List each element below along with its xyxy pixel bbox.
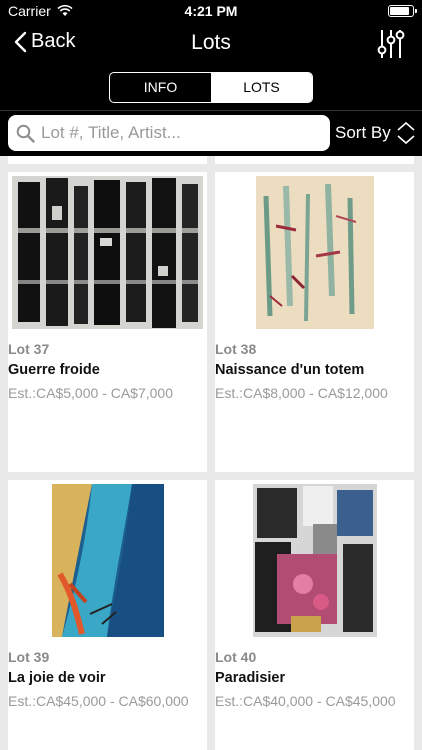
lot-card[interactable]: Lot 39 La joie de voir Est.:CA$45,000 - … [8,480,207,750]
search-input[interactable] [41,123,321,143]
lot-number: Lot 39 [8,649,50,665]
sort-updown-icon[interactable] [396,121,416,145]
lot-title: Guerre froide [8,362,100,378]
sort-by-button[interactable]: Sort By [335,123,391,143]
search-icon [16,124,35,143]
lot-card[interactable]: Lot 38 Naissance d'un totem Est.:CA$8,00… [215,172,414,472]
previous-card-edge [8,156,207,164]
lot-estimate: Est.:CA$5,000 - CA$7,000 [8,385,173,401]
lot-title: La joie de voir [8,670,106,686]
status-time: 4:21 PM [184,3,238,19]
tab-lots[interactable]: LOTS [211,73,312,102]
status-bar: Carrier 4:21 PM [0,0,422,22]
segment-bar: INFO LOTS [0,66,422,110]
segmented-control: INFO LOTS [109,72,313,103]
search-field [8,115,330,151]
battery-icon [388,5,417,17]
artwork-image [51,483,164,637]
previous-card-edge [215,156,414,164]
lot-estimate: Est.:CA$45,000 - CA$60,000 [8,693,189,709]
lot-estimate: Est.:CA$40,000 - CA$45,000 [215,693,396,709]
lot-estimate: Est.:CA$8,000 - CA$12,000 [215,385,388,401]
tab-info[interactable]: INFO [110,73,211,102]
search-bar: Sort By [0,110,422,156]
lot-number: Lot 38 [215,341,257,357]
filter-sliders-icon[interactable] [376,28,406,60]
artwork-image [12,175,203,329]
navigation-bar: Back Lots [0,22,422,66]
lot-card[interactable]: Lot 37 Guerre froide Est.:CA$5,000 - CA$… [8,172,207,472]
lots-grid: Lot 37 Guerre froide Est.:CA$5,000 - CA$… [0,156,422,750]
lot-card[interactable]: Lot 40 Paradisier Est.:CA$40,000 - CA$45… [215,480,414,750]
lot-number: Lot 37 [8,341,50,357]
artwork-image [255,175,374,329]
lot-title: Naissance d'un totem [215,362,365,378]
page-title: Lots [191,31,231,54]
artwork-image [252,483,377,637]
lot-title: Paradisier [215,670,286,686]
lot-number: Lot 40 [215,649,257,665]
